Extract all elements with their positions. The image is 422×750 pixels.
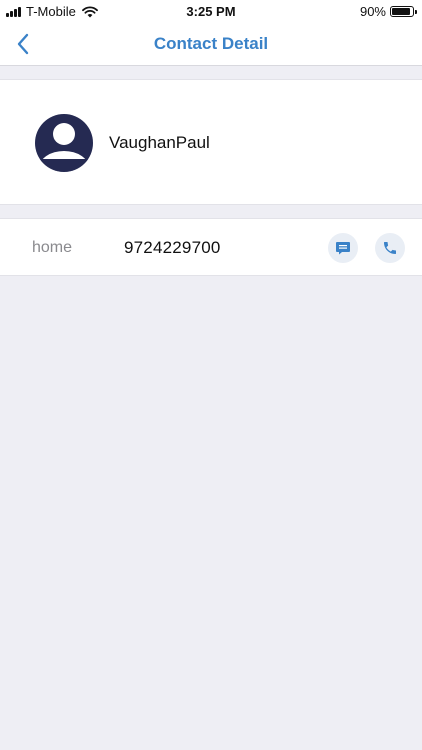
call-button[interactable] xyxy=(375,233,405,263)
navigation-bar: Contact Detail xyxy=(0,22,422,66)
page-title: Contact Detail xyxy=(153,34,269,53)
contact-profile-card: VaughanPaul xyxy=(0,79,422,205)
message-icon xyxy=(336,242,350,255)
phone-icon xyxy=(384,242,396,254)
contact-name: VaughanPaul xyxy=(109,133,210,152)
battery-level xyxy=(392,8,410,15)
status-right: 90% xyxy=(359,4,417,19)
status-time: 3:25 PM xyxy=(186,4,236,19)
battery-tip xyxy=(415,10,417,14)
person-avatar-icon xyxy=(35,114,93,172)
status-bar: T-Mobile 3:25 PM 90% xyxy=(0,0,422,22)
battery-percent: 90% xyxy=(359,4,386,19)
phone-label: home xyxy=(32,239,73,256)
send-message-button[interactable] xyxy=(328,233,358,263)
phone-number[interactable]: 9724229700 xyxy=(124,238,221,258)
phone-number-row[interactable]: home 9724229700 xyxy=(0,218,422,276)
battery-icon xyxy=(390,6,417,17)
